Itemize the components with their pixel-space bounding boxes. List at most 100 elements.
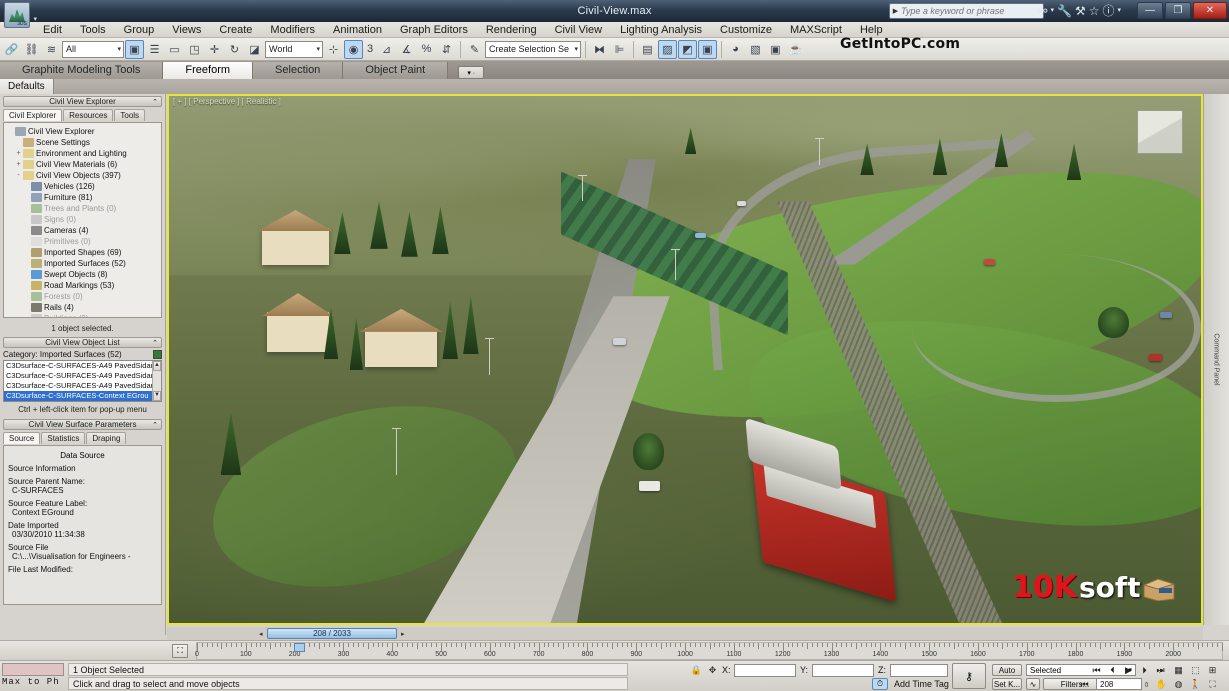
chevron-down-icon[interactable]: ▾ <box>574 45 578 53</box>
next-frame-icon[interactable]: ⏵ <box>1138 664 1151 677</box>
render-frame-icon[interactable]: ▣ <box>766 40 785 59</box>
tree-item[interactable]: Trees and Plants (0) <box>6 203 159 214</box>
triangle-left-icon[interactable]: ◂ <box>259 630 263 638</box>
select-rotate-icon[interactable]: ↻ <box>225 40 244 59</box>
tree-item[interactable]: Swept Objects (8) <box>6 269 159 280</box>
tree-item[interactable]: Furniture (81) <box>6 192 159 203</box>
tree-item[interactable]: Vehicles (126) <box>6 181 159 192</box>
menu-item-customize[interactable]: Customize <box>711 22 781 38</box>
key-mode-icon[interactable]: ⏮ <box>1078 678 1091 691</box>
surface-params-rollup-header[interactable]: Civil View Surface Parameters ⌃ <box>3 419 162 430</box>
zoom-icon[interactable]: ⌕ <box>1155 664 1168 677</box>
select-scale-icon[interactable]: ◪ <box>245 40 264 59</box>
compass-icon[interactable]: ⚒ <box>1075 2 1086 20</box>
ribbon-tab-selection[interactable]: Selection <box>253 62 343 79</box>
explorer-rollup-header[interactable]: Civil View Explorer ⌃ <box>3 96 162 107</box>
app-icon[interactable]: 3DS ▾ <box>4 2 30 28</box>
category-color-swatch[interactable] <box>153 350 162 359</box>
select-object-icon[interactable]: ▣ <box>125 40 144 59</box>
tree-item[interactable]: Primitives (0) <box>6 236 159 247</box>
collapse-chevron-icon[interactable]: ⌃ <box>152 421 158 429</box>
select-move-icon[interactable]: ✛ <box>205 40 224 59</box>
list-item[interactable]: C3Dsurface-C-SURFACES-A49 PavedSidar <box>4 361 161 371</box>
track-bar-ruler[interactable]: 0100200300400500600700800900100011001200… <box>196 642 1223 660</box>
viewport-label[interactable]: [ + ] [ Perspective ] [ Realistic ] <box>173 97 281 106</box>
maximize-viewport-icon[interactable]: ⛶ <box>1206 678 1219 691</box>
tree-item[interactable]: Civil View Explorer <box>6 126 159 137</box>
bind-spacewarp-icon[interactable]: ≋ <box>42 40 61 59</box>
time-slider-handle[interactable]: 208 / 2033 <box>267 628 397 639</box>
object-list-scrollbar[interactable]: ▲ ▼ <box>152 361 161 401</box>
explorer-tab-tools[interactable]: Tools <box>114 109 145 121</box>
tree-item[interactable]: Buildings (0) <box>6 313 159 318</box>
tree-item[interactable]: +Civil View Materials (6) <box>6 159 159 170</box>
ribbon-subtab-defaults[interactable]: Defaults <box>0 79 54 94</box>
surface-tab-source[interactable]: Source <box>3 432 40 444</box>
reference-coord-combo[interactable]: World▾ <box>265 41 323 58</box>
track-bar-playhead[interactable] <box>294 643 305 652</box>
lock-icon[interactable]: 🔒 <box>690 664 703 677</box>
surface-tab-draping[interactable]: Draping <box>86 432 126 444</box>
tree-item[interactable]: Imported Shapes (69) <box>6 247 159 258</box>
chevron-down-icon[interactable]: ▾ <box>1050 2 1054 20</box>
add-time-tag-label[interactable]: Add Time Tag <box>894 679 949 689</box>
animation-curve-icon[interactable]: ∿ <box>1026 678 1040 690</box>
maximize-button[interactable]: ❐ <box>1165 2 1191 19</box>
tree-item[interactable]: Imported Surfaces (52) <box>6 258 159 269</box>
unlink-icon[interactable]: ⛓ <box>22 40 41 59</box>
chevron-down-icon[interactable]: ▾ <box>1117 2 1121 20</box>
auto-key-button[interactable]: Auto <box>992 664 1022 676</box>
perspective-viewport[interactable]: [ + ] [ Perspective ] [ Realistic ] <box>167 94 1203 625</box>
mirror-icon[interactable]: ⧓ <box>590 40 609 59</box>
tree-item[interactable]: Forests (0) <box>6 291 159 302</box>
spinner-icon[interactable]: ⇳ <box>1140 678 1153 691</box>
render-production-icon[interactable]: ☕ <box>786 40 805 59</box>
angle-snap-icon[interactable]: ∡ <box>397 40 416 59</box>
object-listbox[interactable]: C3Dsurface-C-SURFACES-A49 PavedSidarC3Ds… <box>3 360 162 402</box>
explorer-tree[interactable]: Civil View ExplorerScene Settings+Enviro… <box>3 122 162 318</box>
graphite-toggle-icon[interactable]: ▨ <box>658 40 677 59</box>
align-icon[interactable]: ⊫ <box>610 40 629 59</box>
set-key-button[interactable]: Set K... <box>992 678 1022 690</box>
chevron-down-icon[interactable]: ▾ <box>316 45 320 53</box>
object-list-rollup-header[interactable]: Civil View Object List ⌃ <box>3 337 162 348</box>
material-editor-icon[interactable]: ◕ <box>726 40 745 59</box>
triangle-right-icon[interactable]: ▸ <box>401 630 405 638</box>
zoom-region-icon[interactable]: ⊞ <box>1206 664 1219 677</box>
use-center-icon[interactable]: ◉ <box>344 40 363 59</box>
crosshair-icon[interactable]: ✥ <box>706 664 719 677</box>
menu-item-civil-view[interactable]: Civil View <box>546 22 611 38</box>
named-selection-icon[interactable]: ✎ <box>465 40 484 59</box>
named-selection-combo[interactable]: Create Selection Se▾ <box>485 41 581 58</box>
expand-plus-icon[interactable]: + <box>14 161 23 168</box>
pan-icon[interactable]: ✋ <box>1155 678 1168 691</box>
tree-item[interactable]: Scene Settings <box>6 137 159 148</box>
layer-manager-icon[interactable]: ▤ <box>638 40 657 59</box>
chevron-right-icon[interactable]: ▶ <box>890 7 901 15</box>
menu-item-graph-editors[interactable]: Graph Editors <box>391 22 477 38</box>
wrench-icon[interactable]: 🔧 <box>1057 2 1072 20</box>
menu-item-modifiers[interactable]: Modifiers <box>261 22 324 38</box>
minimize-button[interactable]: — <box>1137 2 1163 19</box>
binoculars-icon[interactable]: ⚯ <box>1037 2 1047 20</box>
tree-item[interactable]: -Civil View Objects (397) <box>6 170 159 181</box>
link-icon[interactable]: 🔗 <box>2 40 21 59</box>
menu-item-group[interactable]: Group <box>115 22 164 38</box>
expand-plus-icon[interactable]: + <box>14 150 23 157</box>
orbit-icon[interactable]: ◍ <box>1172 678 1185 691</box>
use-pivot-icon[interactable]: ⊹ <box>324 40 343 59</box>
walkthrough-icon[interactable]: 🚶 <box>1189 678 1202 691</box>
star-icon[interactable]: ☆ <box>1089 2 1100 20</box>
zoom-extents-icon[interactable]: ⬚ <box>1189 664 1202 677</box>
search-input[interactable] <box>901 6 1033 16</box>
rect-region-icon[interactable]: ▭ <box>165 40 184 59</box>
y-field[interactable] <box>812 664 874 677</box>
zoom-all-icon[interactable]: ▦ <box>1172 664 1185 677</box>
tree-item[interactable]: Cameras (4) <box>6 225 159 236</box>
chevron-down-icon[interactable]: ▾ <box>33 15 37 23</box>
key-toggle-icon[interactable]: ⚷ <box>952 663 986 689</box>
ribbon-tab-freeform[interactable]: Freeform <box>163 62 253 79</box>
collapse-minus-icon[interactable]: - <box>14 172 23 179</box>
chevron-up-icon[interactable]: ▲ <box>153 361 161 371</box>
viewcube-icon[interactable] <box>1137 110 1183 154</box>
